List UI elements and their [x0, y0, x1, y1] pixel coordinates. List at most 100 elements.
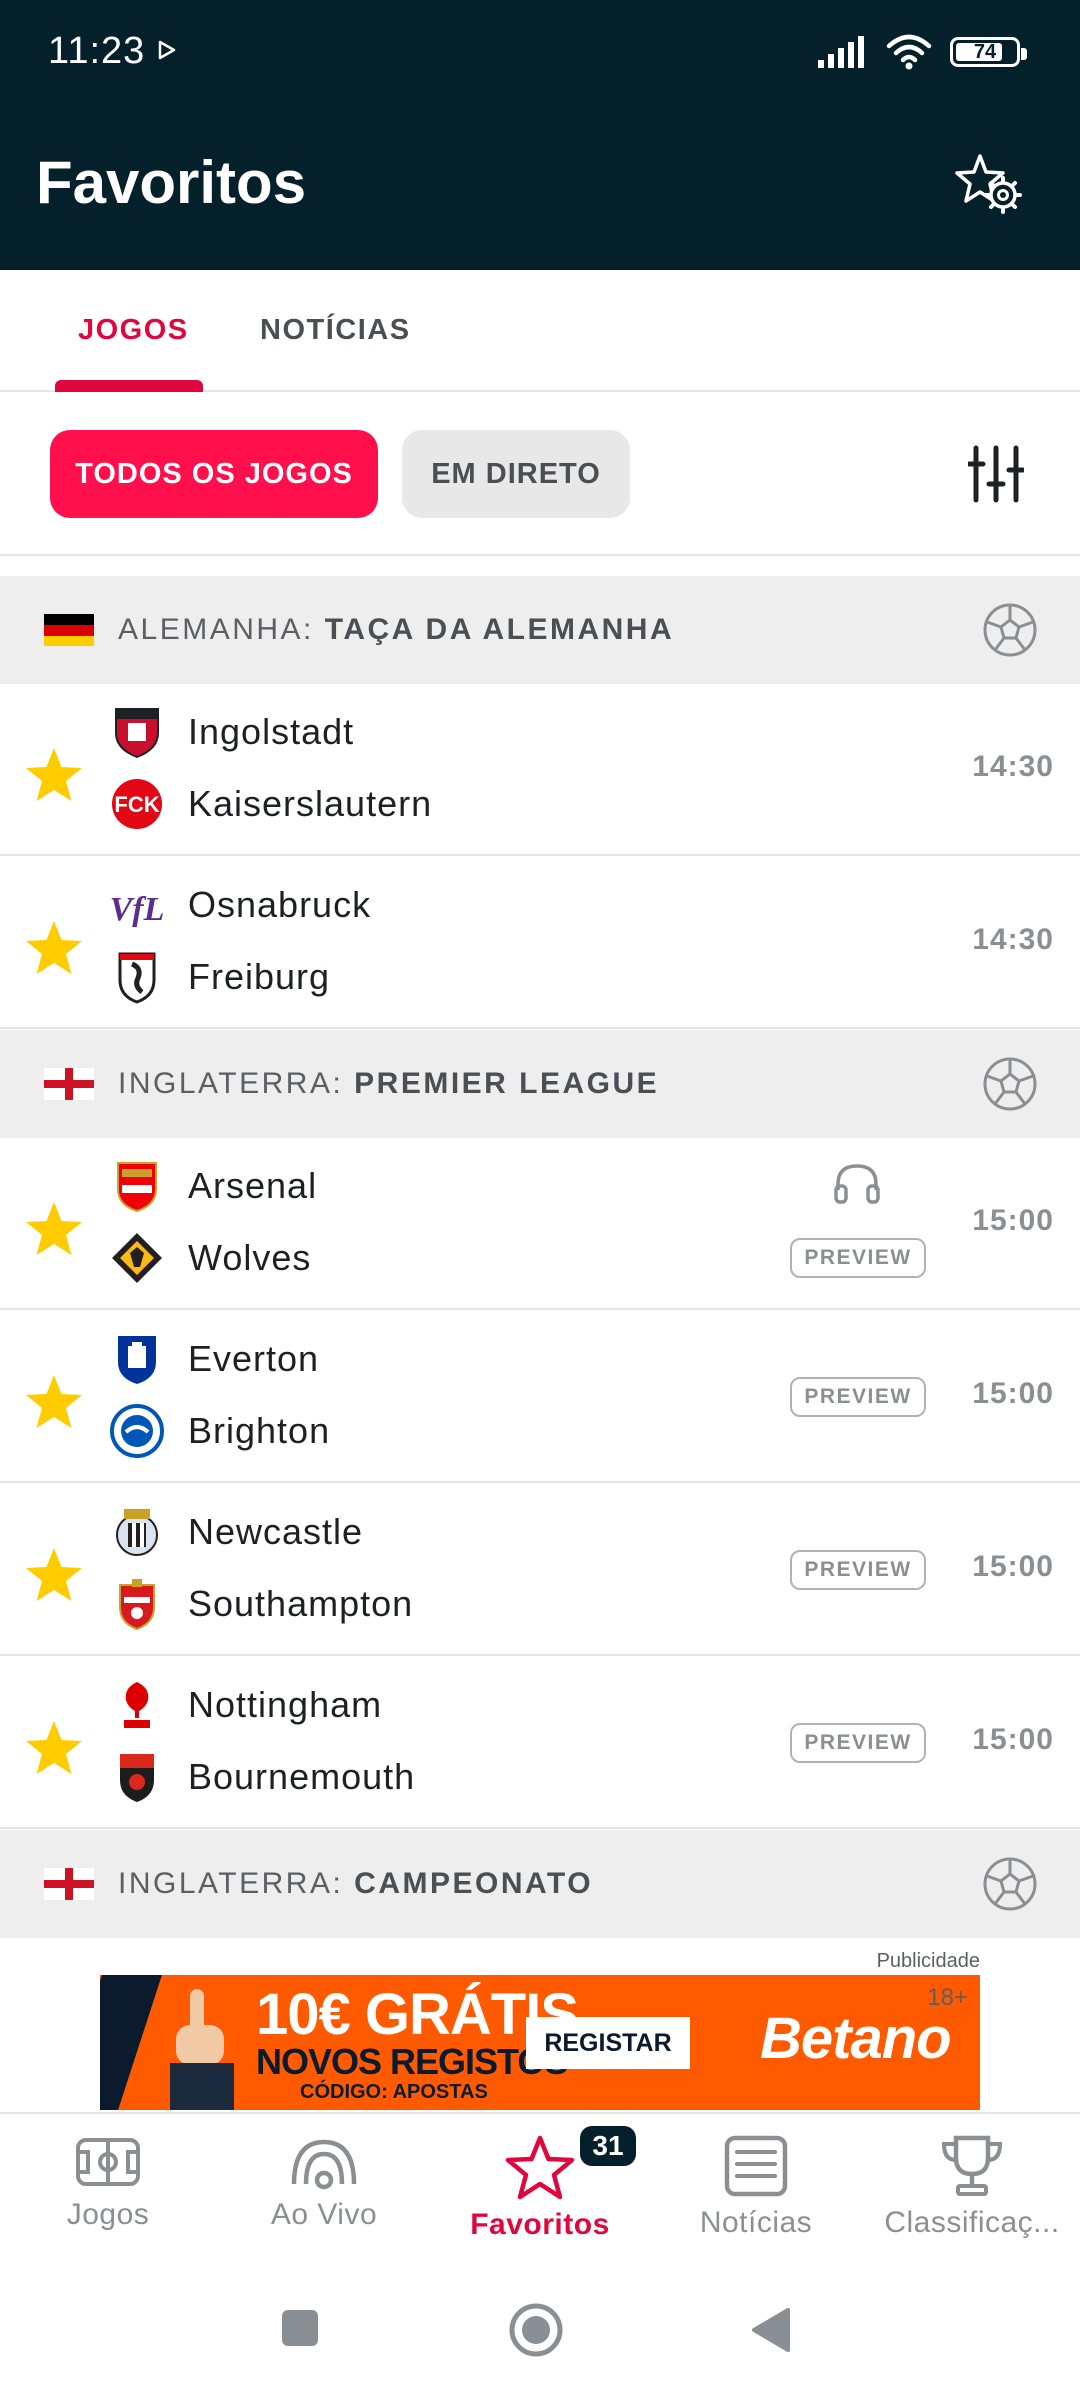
wolves-crest-icon: [112, 1233, 162, 1283]
england-flag-icon: [44, 1868, 94, 1900]
nav-item-jogos[interactable]: Jogos: [0, 2134, 216, 2232]
newcastle-crest-icon: [116, 1509, 158, 1556]
team-name: Wolves: [188, 1237, 312, 1278]
ingolstadt-crest-icon: [115, 708, 159, 759]
match-row-ingolstadt-kaiserslautern[interactable]: Ingolstadt FCK Kaiserslautern 14:30: [0, 684, 1080, 856]
away-team: Bournemouth: [110, 1749, 415, 1805]
germany-flag-icon: [44, 614, 94, 646]
preview-button[interactable]: PREVIEW: [790, 1238, 926, 1278]
team-name: Nottingham: [188, 1684, 383, 1725]
team-name: Brighton: [188, 1410, 331, 1451]
ad-register-button[interactable]: REGISTAR: [526, 2017, 690, 2069]
football-icon: [983, 603, 1037, 657]
home-team: Nottingham: [110, 1677, 382, 1733]
league-header-premier-league[interactable]: INGLATERRA: PREMIER LEAGUE: [0, 1030, 1080, 1138]
svg-text:VfL: VfL: [110, 891, 164, 928]
match-row-arsenal-wolves[interactable]: Arsenal Wolves PREVIEW 15:00: [0, 1138, 1080, 1310]
match-row-newcastle-southampton[interactable]: Newcastle Southampton PREVIEW 15:00: [0, 1484, 1080, 1656]
broadcast-icon: [291, 2139, 357, 2190]
team-name: Newcastle: [188, 1511, 364, 1552]
nav-label: Classificaç...: [884, 2206, 1060, 2239]
match-row-osnabruck-freiburg[interactable]: VfL Osnabruck Freiburg 14:30: [0, 857, 1080, 1029]
preview-button[interactable]: PREVIEW: [790, 1550, 926, 1590]
england-flag-icon: [44, 1068, 94, 1100]
tab-jogos[interactable]: JOGOS: [78, 314, 189, 347]
kickoff-time: 14:30: [972, 923, 1054, 956]
favorite-star-icon[interactable]: [24, 746, 84, 804]
league-title: ALEMANHA: TAÇA DA ALEMANHA: [118, 613, 675, 646]
battery-level: 74: [973, 40, 997, 63]
team-name: Arsenal: [188, 1165, 318, 1206]
preview-button[interactable]: PREVIEW: [790, 1723, 926, 1763]
team-name: Southampton: [188, 1583, 414, 1624]
team-name: Kaiserslautern: [188, 783, 433, 824]
kickoff-time: 15:00: [972, 1204, 1054, 1237]
ad-label: Publicidade: [876, 1950, 980, 1972]
home-team: Ingolstadt: [110, 704, 354, 760]
filter-row: TODOS OS JOGOS EM DIRETO: [0, 392, 1080, 556]
home-team: Everton: [110, 1331, 319, 1387]
status-icons: 74: [818, 34, 1027, 70]
bottom-navigation: Jogos Ao Vivo Favoritos 31 Notícias Clas…: [0, 2112, 1080, 2282]
match-row-everton-brighton[interactable]: Everton Brighton PREVIEW 15:00: [0, 1311, 1080, 1483]
ad-subline: NOVOS REGISTOS: [256, 2041, 568, 2082]
football-icon: [983, 1857, 1037, 1911]
league-title: INGLATERRA: CAMPEONATO: [118, 1867, 594, 1900]
everton-crest-icon: [118, 1336, 156, 1384]
app-root: 11:23 74 Favoritos JOGOS NOTÍCIAS TODOS …: [0, 0, 1080, 2400]
ad-brand-logo: Betano: [760, 2006, 952, 2071]
home-team: Arsenal: [110, 1158, 317, 1214]
headphones-icon[interactable]: [832, 1162, 882, 1206]
favorite-star-icon[interactable]: [24, 919, 84, 977]
all-games-filter-button[interactable]: TODOS OS JOGOS: [50, 430, 378, 518]
favorite-star-icon[interactable]: [24, 1546, 84, 1604]
away-team: Wolves: [110, 1230, 311, 1286]
pointing-hand-icon: [170, 1989, 234, 2110]
svg-text:FCK: FCK: [114, 792, 159, 817]
favorite-star-icon[interactable]: [24, 1200, 84, 1258]
away-team: FCK Kaiserslautern: [110, 776, 432, 832]
kickoff-time: 14:30: [972, 750, 1054, 783]
ad-banner[interactable]: 10€ GRÁTIS NOVOS REGISTOS CÓDIGO: APOSTA…: [100, 1975, 980, 2110]
league-header-campeonato[interactable]: INGLATERRA: CAMPEONATO: [0, 1830, 1080, 1938]
football-icon: [983, 1057, 1037, 1111]
recent-apps-icon[interactable]: [280, 2308, 320, 2348]
away-team: Freiburg: [110, 949, 330, 1005]
signal-icon: [818, 36, 864, 68]
home-button-icon[interactable]: [508, 2302, 564, 2358]
preview-button[interactable]: PREVIEW: [790, 1377, 926, 1417]
page-title: Favoritos: [36, 149, 307, 216]
tab-noticias[interactable]: NOTÍCIAS: [260, 314, 411, 347]
ad-code: CÓDIGO: APOSTAS: [300, 2081, 488, 2103]
nav-label: Ao Vivo: [270, 2198, 378, 2231]
app-header: 11:23 74 Favoritos: [0, 0, 1080, 270]
league-header-taca-alemanha[interactable]: ALEMANHA: TAÇA DA ALEMANHA: [0, 576, 1080, 684]
pitch-icon: [76, 2138, 140, 2186]
favorites-settings-icon[interactable]: [954, 150, 1024, 220]
favorite-star-icon[interactable]: [24, 1373, 84, 1431]
live-filter-button[interactable]: EM DIRETO: [402, 430, 630, 518]
trophy-icon: [941, 2135, 1003, 2196]
match-row-nottingham-bournemouth[interactable]: Nottingham Bournemouth PREVIEW 15:00: [0, 1657, 1080, 1829]
team-name: Everton: [188, 1338, 320, 1379]
sliders-icon[interactable]: [968, 444, 1024, 504]
back-button-icon[interactable]: [748, 2306, 792, 2354]
nav-label: Jogos: [66, 2198, 150, 2231]
team-name: Ingolstadt: [188, 711, 355, 752]
freiburg-crest-icon: [118, 952, 156, 1004]
favorite-star-icon[interactable]: [24, 1719, 84, 1777]
southampton-crest-icon: [119, 1579, 155, 1631]
nav-item-noticias[interactable]: Notícias: [648, 2134, 864, 2240]
nav-item-classificacao[interactable]: Classificaç...: [864, 2134, 1080, 2240]
away-team: Southampton: [110, 1576, 413, 1632]
team-name: Freiburg: [188, 956, 331, 997]
play-store-icon: [158, 40, 176, 60]
nav-item-ao-vivo[interactable]: Ao Vivo: [216, 2134, 432, 2232]
active-tab-indicator: [55, 380, 203, 392]
home-team: Newcastle: [110, 1504, 363, 1560]
nav-label: Favoritos: [470, 2208, 610, 2241]
wifi-icon: [886, 34, 932, 70]
battery-indicator: 74: [950, 37, 1027, 67]
brighton-crest-icon: [110, 1404, 164, 1458]
arsenal-crest-icon: [117, 1162, 157, 1213]
